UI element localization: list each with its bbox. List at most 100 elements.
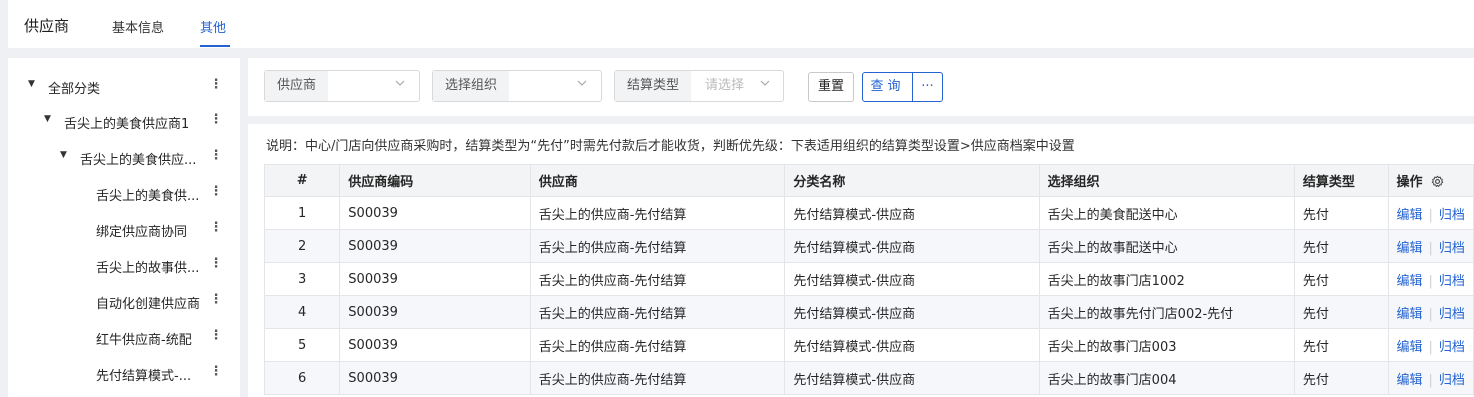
tree-item[interactable]: 红牛供应商-统配 ⋮ [8,328,240,348]
tree-item-label: 舌尖上的美食供... [96,189,200,204]
col-header-index: # [263,164,341,197]
settle-cell: 先付 [1293,295,1389,329]
caret-down-icon[interactable]: ▼ [60,150,67,160]
archive-link[interactable]: 归档 [1439,307,1465,322]
row-index: 3 [263,262,341,296]
supplier-code-link[interactable]: S00039 [339,328,531,362]
tree-item[interactable]: 先付结算模式-... ⋮ [8,364,240,384]
supplier-code-link[interactable]: S00039 [339,361,531,395]
main-panel: 说明：中心/门店向供应商采购时，结算类型为“先付”时需先付款后才能收货，判断优先… [248,124,1474,397]
actions-cell: 编辑 | 归档 [1387,229,1474,263]
separator: | [1428,207,1433,223]
more-vertical-icon[interactable]: ⋮ [208,328,224,343]
col-header-settle: 结算类型 [1293,164,1389,197]
org-cell: 舌尖上的故事门店1002 [1038,262,1295,296]
top-bar: 供应商 基本信息 其他 [8,0,1474,48]
tree-item[interactable]: 自动化创建供应商 ⋮ [8,292,240,312]
more-actions-button[interactable]: ··· [912,72,943,102]
edit-link[interactable]: 编辑 [1397,340,1423,355]
col-header-category: 分类名称 [784,164,1040,197]
more-vertical-icon[interactable]: ⋮ [208,148,224,163]
settle-type-placeholder: 请选择 [705,78,745,93]
table-row: 6 S00039 舌尖上的供应商-先付结算 先付结算模式-供应商 舌尖上的故事门… [263,361,1474,395]
row-index: 5 [263,328,341,362]
col-header-action: 操作 [1387,164,1474,197]
tree-item[interactable]: 舌尖上的美食供... ⋮ [8,184,240,204]
edit-link[interactable]: 编辑 [1397,274,1423,289]
org-cell: 舌尖上的故事配送中心 [1038,229,1295,263]
col-header-org: 选择组织 [1038,164,1295,197]
separator: | [1428,372,1433,388]
settle-cell: 先付 [1293,229,1389,263]
chevron-down-icon [760,80,770,86]
settle-type-select[interactable]: 结算类型 请选择 [614,70,784,102]
org-cell: 舌尖上的故事先付门店002-先付 [1038,295,1295,329]
settlement-table: # 供应商编码 供应商 分类名称 选择组织 结算类型 操作 1 S00039 舌… [263,164,1474,395]
more-vertical-icon[interactable]: ⋮ [208,292,224,307]
org-select[interactable]: 选择组织 [432,70,602,102]
query-button[interactable]: 查询 [862,72,913,102]
more-vertical-icon[interactable]: ⋮ [208,184,224,199]
settle-cell: 先付 [1293,328,1389,362]
col-header-code: 供应商编码 [339,164,531,197]
supplier-code-link[interactable]: S00039 [339,196,531,230]
edit-link[interactable]: 编辑 [1397,307,1423,322]
archive-link[interactable]: 归档 [1439,274,1465,289]
supplier-name-link[interactable]: 舌尖上的供应商-先付结算 [529,361,786,395]
more-vertical-icon[interactable]: ⋮ [208,77,224,92]
supplier-name-link[interactable]: 舌尖上的供应商-先付结算 [529,196,786,230]
tree-item[interactable]: ▼ 舌尖上的美食供应商1 ⋮ [8,112,240,132]
edit-link[interactable]: 编辑 [1397,241,1423,256]
tree-item-label: 红牛供应商-统配 [96,333,192,348]
description-note: 说明：中心/门店向供应商采购时，结算类型为“先付”时需先付款后才能收货，判断优先… [266,139,1075,154]
archive-link[interactable]: 归档 [1439,208,1465,223]
table-row: 1 S00039 舌尖上的供应商-先付结算 先付结算模式-供应商 舌尖上的美食配… [263,196,1474,230]
tab-other[interactable]: 其他 [200,17,226,36]
more-vertical-icon[interactable]: ⋮ [208,220,224,235]
caret-down-icon[interactable]: ▼ [44,114,51,124]
tree-item-label: 先付结算模式-... [96,369,192,384]
more-vertical-icon[interactable]: ⋮ [208,364,224,379]
tree-item[interactable]: 绑定供应商协同 ⋮ [8,220,240,240]
table-row: 4 S00039 舌尖上的供应商-先付结算 先付结算模式-供应商 舌尖上的故事先… [263,295,1474,329]
supplier-name-link[interactable]: 舌尖上的供应商-先付结算 [529,262,786,296]
tree-item-all[interactable]: ▼ 全部分类 ⋮ [8,77,240,97]
settle-cell: 先付 [1293,196,1389,230]
caret-down-icon[interactable]: ▼ [28,79,35,89]
edit-link[interactable]: 编辑 [1397,208,1423,223]
supplier-select[interactable]: 供应商 [264,70,420,102]
archive-link[interactable]: 归档 [1439,241,1465,256]
settle-cell: 先付 [1293,361,1389,395]
archive-link[interactable]: 归档 [1439,340,1465,355]
supplier-name-link[interactable]: 舌尖上的供应商-先付结算 [529,328,786,362]
category-cell: 先付结算模式-供应商 [784,361,1040,395]
tab-basic-info[interactable]: 基本信息 [112,17,164,36]
tree-item-label: 全部分类 [48,82,101,97]
table-row: 2 S00039 舌尖上的供应商-先付结算 先付结算模式-供应商 舌尖上的故事配… [263,229,1474,263]
more-vertical-icon[interactable]: ⋮ [208,112,224,127]
supplier-code-link[interactable]: S00039 [339,262,531,296]
supplier-name-link[interactable]: 舌尖上的供应商-先付结算 [529,229,786,263]
tree-item[interactable]: ▼ 舌尖上的美食供应... ⋮ [8,148,240,168]
filter-bar: 供应商 选择组织 结算类型 请选择 重置 查询 ··· [248,58,1474,116]
col-header-action-label: 操作 [1396,175,1423,190]
more-vertical-icon[interactable]: ⋮ [208,256,224,271]
actions-cell: 编辑 | 归档 [1387,361,1474,395]
tree-item[interactable]: 舌尖上的故事供... ⋮ [8,256,240,276]
category-cell: 先付结算模式-供应商 [784,262,1040,296]
supplier-code-link[interactable]: S00039 [339,229,531,263]
reset-button[interactable]: 重置 [808,72,854,102]
archive-link[interactable]: 归档 [1439,373,1465,388]
supplier-name-link[interactable]: 舌尖上的供应商-先付结算 [529,295,786,329]
supplier-code-link[interactable]: S00039 [339,295,531,329]
gear-icon[interactable] [1431,175,1444,188]
actions-cell: 编辑 | 归档 [1387,328,1474,362]
row-index: 1 [263,196,341,230]
org-select-label: 选择组织 [433,71,510,101]
category-cell: 先付结算模式-供应商 [784,295,1040,329]
actions-cell: 编辑 | 归档 [1387,262,1474,296]
row-index: 6 [263,361,341,395]
col-header-supplier: 供应商 [529,164,786,197]
table-row: 3 S00039 舌尖上的供应商-先付结算 先付结算模式-供应商 舌尖上的故事门… [263,262,1474,296]
edit-link[interactable]: 编辑 [1397,373,1423,388]
